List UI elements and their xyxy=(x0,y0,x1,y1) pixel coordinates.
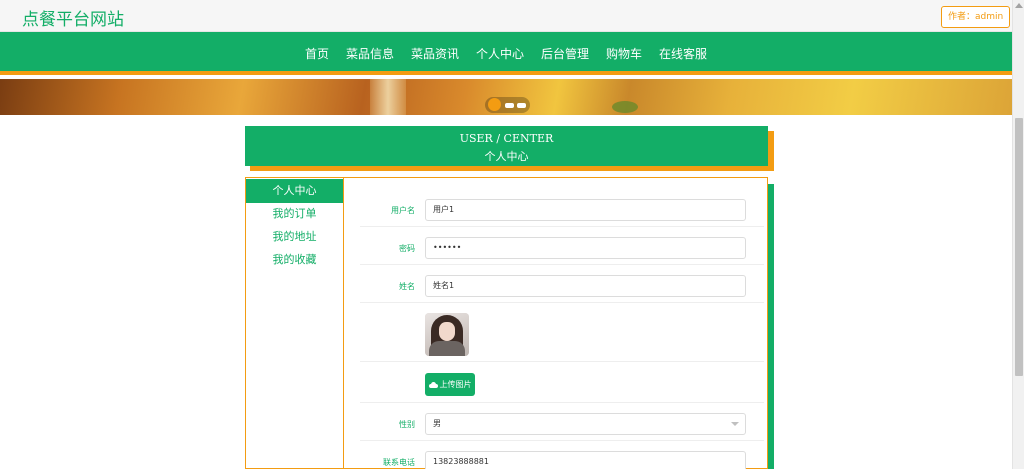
nav-item-home[interactable]: 首页 xyxy=(305,45,329,62)
slider-dot-active[interactable] xyxy=(488,98,501,111)
top-bar: 点餐平台网站 作者：admin xyxy=(0,0,1012,32)
nav-item-support[interactable]: 在线客服 xyxy=(659,45,707,62)
nav-item-dishes[interactable]: 菜品信息 xyxy=(346,45,394,62)
avatar xyxy=(425,313,469,356)
sidebar-item-my-favorites[interactable]: 我的收藏 xyxy=(246,248,343,272)
nav-item-news[interactable]: 菜品资讯 xyxy=(411,45,459,62)
password-input[interactable]: •••••• xyxy=(425,237,746,259)
gender-label: 性别 xyxy=(399,420,415,429)
upload-image-button[interactable]: 上传图片 xyxy=(425,373,475,396)
user-sidebar: 个人中心 我的订单 我的地址 我的收藏 xyxy=(245,177,343,469)
banner-slider-dots xyxy=(485,97,530,113)
banner-leaf xyxy=(612,101,638,113)
phone-label: 联系电话 xyxy=(383,458,415,467)
scroll-up-arrow-icon[interactable] xyxy=(1015,3,1023,8)
sidebar-item-my-address[interactable]: 我的地址 xyxy=(246,225,343,249)
main-nav: 首页 菜品信息 菜品资讯 个人中心 后台管理 购物车 在线客服 xyxy=(0,32,1012,75)
page-scrollbar[interactable] xyxy=(1012,0,1024,469)
section-title-en: USER / CENTER xyxy=(459,132,554,145)
form-row-divider xyxy=(360,303,764,362)
nav-items: 首页 菜品信息 菜品资讯 个人中心 后台管理 购物车 在线客服 xyxy=(0,32,1012,75)
username-label: 用户名 xyxy=(391,206,415,215)
chevron-down-icon xyxy=(731,422,739,426)
nav-item-admin[interactable]: 后台管理 xyxy=(541,45,589,62)
password-label: 密码 xyxy=(399,244,415,253)
sidebar-item-user-center[interactable]: 个人中心 xyxy=(246,179,343,203)
scroll-thumb[interactable] xyxy=(1015,118,1023,376)
banner-light-streak xyxy=(370,79,406,115)
nav-item-cart[interactable]: 购物车 xyxy=(606,45,642,62)
slider-dot[interactable] xyxy=(517,103,526,108)
page: 点餐平台网站 作者：admin 首页 菜品信息 菜品资讯 个人中心 后台管理 购… xyxy=(0,0,1024,469)
sidebar-item-my-orders[interactable]: 我的订单 xyxy=(246,202,343,226)
section-header: USER / CENTER 个人中心 xyxy=(245,126,768,166)
gender-select[interactable]: 男 xyxy=(425,413,746,435)
form-row-divider xyxy=(360,362,764,403)
site-title[interactable]: 点餐平台网站 xyxy=(22,5,124,30)
gender-select-value: 男 xyxy=(433,419,441,428)
nav-item-user-center[interactable]: 个人中心 xyxy=(476,45,524,62)
name-input[interactable]: 姓名1 xyxy=(425,275,746,297)
upload-image-label: 上传图片 xyxy=(439,380,472,389)
slider-dot[interactable] xyxy=(505,103,514,108)
avatar-face xyxy=(439,322,455,341)
name-label: 姓名 xyxy=(399,282,415,291)
section-title-cn: 个人中心 xyxy=(484,150,529,163)
username-input[interactable]: 用户1 xyxy=(425,199,746,221)
avatar-scarf xyxy=(429,341,465,356)
phone-input[interactable]: 13823888881 xyxy=(425,451,746,469)
cloud-upload-icon xyxy=(428,382,438,388)
author-badge[interactable]: 作者：admin xyxy=(941,6,1011,28)
